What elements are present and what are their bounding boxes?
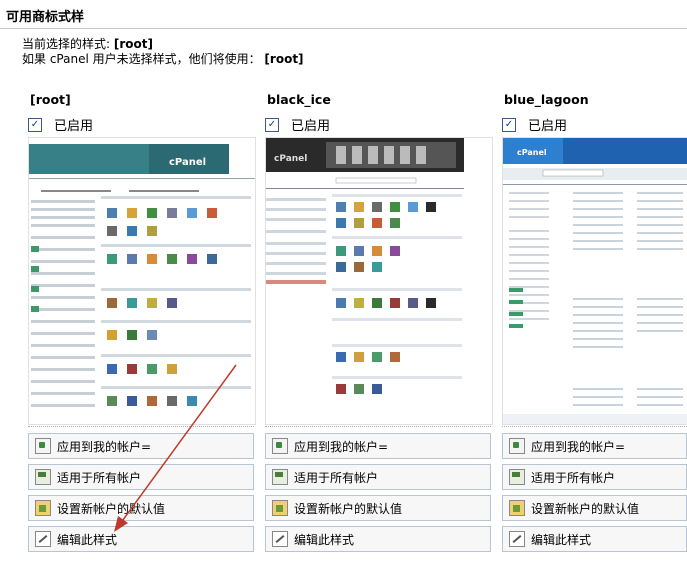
button-label: 应用到我的帐户=	[294, 439, 389, 454]
preview-logo-text: cPanel	[274, 154, 307, 164]
theme-preview-thumbnail: cPanel	[265, 137, 493, 425]
theme-card-blue-lagoon: blue_lagoon ✓ 已启用 cPanel 应用到我的帐户= 适用于所有帐…	[502, 92, 687, 562]
apply-to-my-account-button[interactable]: 应用到我的帐户=	[265, 433, 491, 459]
button-label: 应用到我的帐户=	[57, 439, 152, 454]
enabled-checkbox[interactable]: ✓	[502, 117, 516, 132]
apply-to-all-accounts-button[interactable]: 适用于所有帐户	[28, 464, 254, 490]
preview-logo-text: cPanel	[169, 157, 206, 168]
current-style-label: 当前选择的样式:	[22, 37, 114, 51]
theme-preview-thumbnail: cPanel	[502, 137, 687, 425]
theme-preview-thumbnail: cPanel	[28, 137, 256, 425]
button-label: 设置新帐户的默认值	[57, 501, 166, 516]
root-preview-image: cPanel	[29, 138, 255, 424]
button-label: 适用于所有帐户	[531, 470, 616, 485]
button-label: 编辑此样式	[531, 532, 592, 547]
edit-style-button[interactable]: 编辑此样式	[265, 526, 491, 552]
enabled-label: 已启用	[528, 119, 568, 134]
all-accounts-icon	[509, 469, 525, 485]
enabled-row: ✓ 已启用	[28, 115, 93, 134]
button-label: 设置新帐户的默认值	[531, 501, 640, 516]
current-style-line: 当前选择的样式: [root]	[22, 37, 304, 52]
theme-card-black-ice: black_ice ✓ 已启用 cPanel 应用到我的帐户= 适用于所有帐户 …	[265, 92, 493, 562]
set-new-account-default-button[interactable]: 设置新帐户的默认值	[265, 495, 491, 521]
button-label: 编辑此样式	[57, 532, 118, 547]
edit-icon	[35, 531, 51, 547]
title-divider	[0, 28, 687, 29]
preview-logo-text: cPanel	[517, 148, 547, 157]
apply-to-my-account-button[interactable]: 应用到我的帐户=	[28, 433, 254, 459]
button-label: 应用到我的帐户=	[531, 439, 626, 454]
enabled-checkbox[interactable]: ✓	[265, 117, 279, 132]
default-icon	[509, 500, 525, 516]
thumbnail-bottom-rule	[502, 426, 687, 428]
page-title: 可用商标式样	[6, 10, 85, 25]
fallback-style-label: 如果 cPanel 用户未选择样式，他们将使用：	[22, 52, 265, 66]
apply-to-my-account-button[interactable]: 应用到我的帐户=	[502, 433, 687, 459]
set-new-account-default-button[interactable]: 设置新帐户的默认值	[502, 495, 687, 521]
style-info: 当前选择的样式: [root] 如果 cPanel 用户未选择样式，他们将使用：…	[22, 37, 304, 67]
enabled-row: ✓ 已启用	[265, 115, 330, 134]
button-label: 适用于所有帐户	[57, 470, 142, 485]
all-accounts-icon	[35, 469, 51, 485]
apply-icon	[509, 438, 525, 454]
theme-card-root: [root] ✓ 已启用 cPanel 应用到我的帐户= 适用于所有帐户 设置新…	[28, 92, 256, 562]
button-label: 适用于所有帐户	[294, 470, 379, 485]
default-icon	[35, 500, 51, 516]
blue-lagoon-preview-image: cPanel	[503, 138, 687, 424]
default-icon	[272, 500, 288, 516]
edit-style-button[interactable]: 编辑此样式	[502, 526, 687, 552]
apply-icon	[35, 438, 51, 454]
button-label: 编辑此样式	[294, 532, 355, 547]
edit-icon	[509, 531, 525, 547]
set-new-account-default-button[interactable]: 设置新帐户的默认值	[28, 495, 254, 521]
button-label: 设置新帐户的默认值	[294, 501, 403, 516]
enabled-row: ✓ 已启用	[502, 115, 567, 134]
fallback-style-value: [root]	[264, 52, 304, 66]
edit-style-button[interactable]: 编辑此样式	[28, 526, 254, 552]
edit-icon	[272, 531, 288, 547]
enabled-checkbox[interactable]: ✓	[28, 117, 42, 132]
theme-name: [root]	[30, 92, 71, 107]
enabled-label: 已启用	[54, 119, 94, 134]
current-style-value: [root]	[113, 37, 153, 51]
black-ice-preview-image: cPanel	[266, 138, 492, 424]
apply-icon	[272, 438, 288, 454]
all-accounts-icon	[272, 469, 288, 485]
thumbnail-bottom-rule	[28, 426, 254, 428]
thumbnail-bottom-rule	[265, 426, 491, 428]
enabled-label: 已启用	[291, 119, 331, 134]
theme-name: blue_lagoon	[504, 92, 589, 107]
theme-name: black_ice	[267, 92, 331, 107]
apply-to-all-accounts-button[interactable]: 适用于所有帐户	[502, 464, 687, 490]
apply-to-all-accounts-button[interactable]: 适用于所有帐户	[265, 464, 491, 490]
fallback-style-line: 如果 cPanel 用户未选择样式，他们将使用： [root]	[22, 52, 304, 67]
